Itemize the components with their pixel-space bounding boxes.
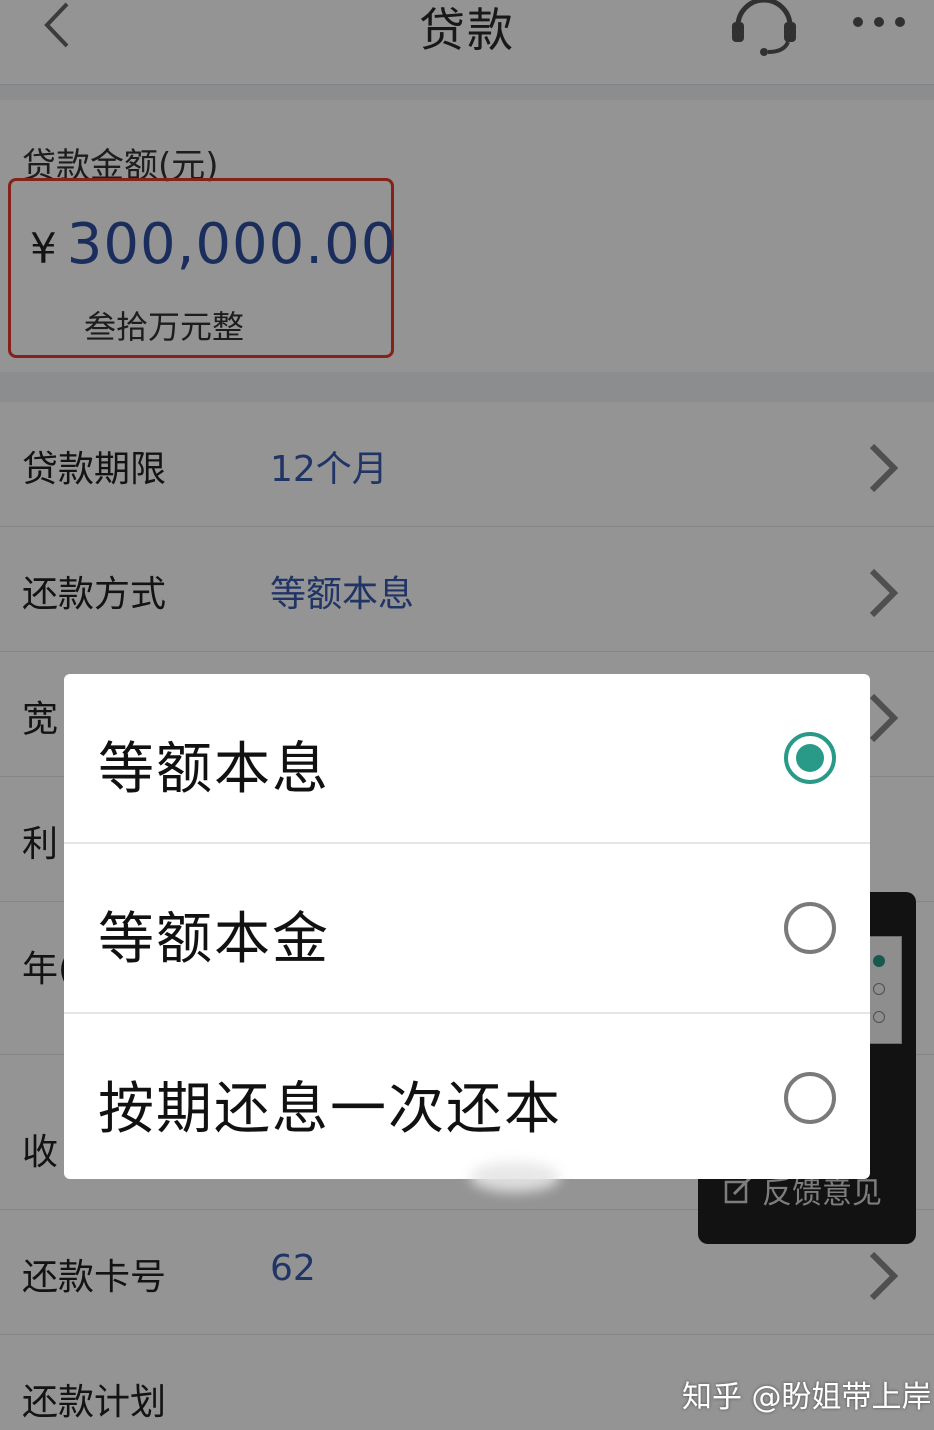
option-label: 等额本金 — [98, 907, 330, 972]
option-interest-only[interactable]: 按期还息一次还本 — [64, 1014, 870, 1179]
option-equal-installment[interactable]: 等额本息 — [64, 674, 870, 844]
radio-unselected-icon[interactable] — [784, 902, 836, 954]
blur-smudge — [470, 1162, 560, 1192]
loan-page: 贷款 贷款金额(元) ¥ 300,000.00 叁拾万元整 贷款期限 12个月 … — [0, 0, 934, 1430]
radio-unselected-icon[interactable] — [784, 1072, 836, 1124]
option-equal-principal[interactable]: 等额本金 — [64, 844, 870, 1014]
radio-selected-icon[interactable] — [784, 732, 836, 784]
repayment-method-dialog: 等额本息 等额本金 按期还息一次还本 — [64, 674, 870, 1179]
option-label: 按期还息一次还本 — [98, 1077, 562, 1142]
watermark: 知乎 @盼姐带上岸 — [682, 1380, 932, 1415]
option-label: 等额本息 — [98, 737, 330, 802]
